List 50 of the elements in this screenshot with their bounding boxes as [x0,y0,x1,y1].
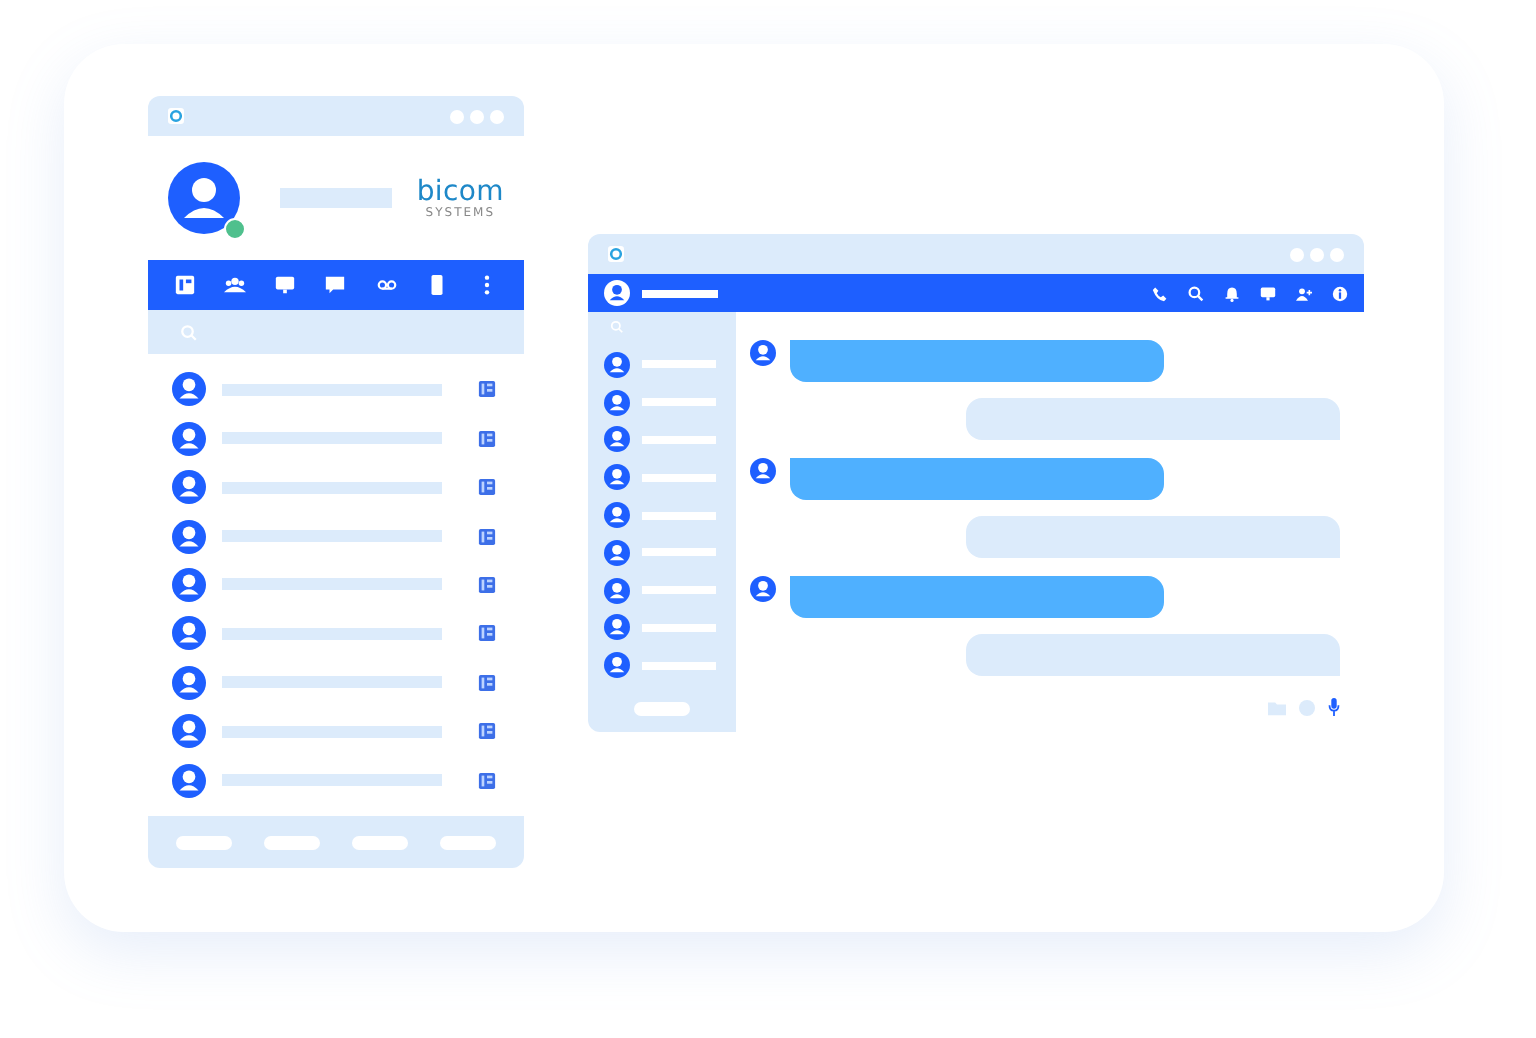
microphone-icon[interactable] [1328,698,1340,717]
avatar-icon [168,162,240,234]
avatar-icon [604,652,630,679]
add-user-icon[interactable] [1296,285,1312,301]
name-placeholder [642,548,716,557]
avatar-icon [172,519,206,554]
search-icon[interactable] [1188,285,1204,301]
avatar-icon [172,763,206,798]
info-icon[interactable] [1332,285,1348,301]
search-icon [180,323,198,341]
monitor-icon[interactable] [1260,285,1276,301]
voicemail-icon[interactable] [375,274,398,296]
avatar-icon [172,421,206,456]
avatar-icon [604,614,630,641]
name-placeholder [642,473,716,482]
avatar-icon [604,577,630,604]
avatar-icon [172,714,206,749]
search-field[interactable] [148,310,524,354]
avatar-icon [172,470,206,505]
avatar-icon [750,575,776,602]
name-placeholder [642,289,718,297]
status-dot [224,218,246,240]
name-placeholder [642,511,716,520]
bell-icon[interactable] [1224,285,1240,301]
monitor-icon[interactable] [274,274,297,296]
avatar-icon [604,351,630,378]
avatar-icon [172,567,206,602]
avatar-icon [172,372,206,407]
name-placeholder [642,661,716,670]
avatar-icon [604,464,630,491]
avatar-icon [604,280,630,306]
avatar-icon [604,539,630,566]
name-placeholder [642,360,716,369]
name-placeholder [642,435,716,444]
avatar-icon [604,426,630,453]
avatar-icon [604,389,630,416]
name-placeholder [642,623,716,632]
logo: bicom [416,177,504,205]
avatar-icon [604,502,630,529]
chat-icon[interactable] [324,274,347,296]
name-placeholder [280,188,393,208]
avatar-icon [750,340,776,366]
app-icon [168,108,184,124]
avatar-icon [172,616,206,651]
avatar-icon [172,665,206,700]
name-placeholder [642,586,716,595]
app-icon [608,246,624,262]
avatar-icon [750,457,776,484]
name-placeholder [642,398,716,407]
people-icon[interactable] [224,274,247,296]
